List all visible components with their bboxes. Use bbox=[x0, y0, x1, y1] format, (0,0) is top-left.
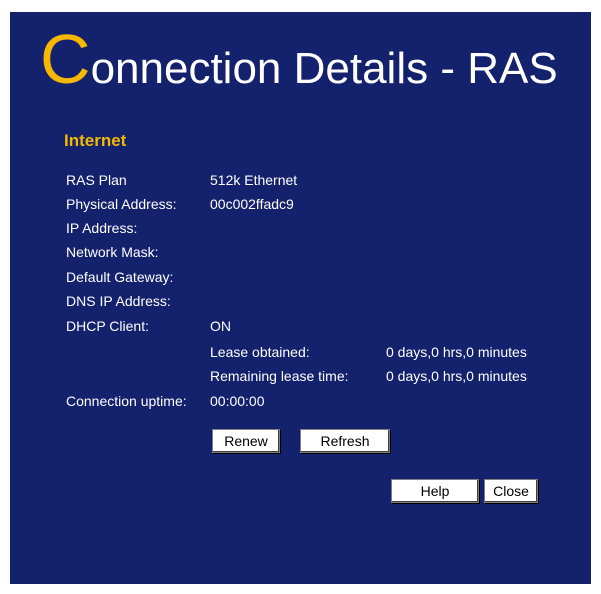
connection-uptime-label: Connection uptime: bbox=[66, 393, 187, 409]
physical-address-label: Physical Address: bbox=[66, 196, 177, 212]
remaining-lease-value: 0 days,0 hrs,0 minutes bbox=[386, 368, 527, 384]
lease-obtained-value: 0 days,0 hrs,0 minutes bbox=[386, 344, 527, 360]
help-button[interactable]: Help bbox=[391, 479, 479, 503]
physical-address-value: 00c002ffadc9 bbox=[210, 196, 294, 212]
ip-address-label: IP Address: bbox=[66, 220, 138, 236]
network-mask-label: Network Mask: bbox=[66, 244, 159, 260]
remaining-lease-label: Remaining lease time: bbox=[210, 368, 349, 384]
lease-obtained-label: Lease obtained: bbox=[210, 344, 310, 360]
default-gateway-label: Default Gateway: bbox=[66, 269, 174, 285]
page-title-initial: C bbox=[40, 20, 91, 98]
ras-plan-label: RAS Plan bbox=[66, 172, 127, 188]
page-title: Connection Details - RAS bbox=[40, 24, 558, 104]
remaining-lease-row: Remaining lease time: 0 days,0 hrs,0 min… bbox=[210, 367, 527, 385]
close-button[interactable]: Close bbox=[484, 479, 538, 503]
page-title-rest: onnection Details - RAS bbox=[90, 44, 558, 93]
renew-button[interactable]: Renew bbox=[212, 429, 280, 453]
lease-obtained-row: Lease obtained: 0 days,0 hrs,0 minutes bbox=[210, 343, 527, 361]
section-heading-internet: Internet bbox=[64, 131, 127, 150]
dhcp-client-label: DHCP Client: bbox=[66, 318, 149, 334]
dns-ip-address-label: DNS IP Address: bbox=[66, 293, 171, 309]
dhcp-client-value: ON bbox=[210, 318, 231, 334]
connection-details-panel: Connection Details - RAS Internet RAS Pl… bbox=[10, 12, 591, 584]
refresh-button[interactable]: Refresh bbox=[300, 429, 390, 453]
ras-plan-value: 512k Ethernet bbox=[210, 172, 298, 188]
connection-uptime-value: 00:00:00 bbox=[210, 393, 265, 409]
